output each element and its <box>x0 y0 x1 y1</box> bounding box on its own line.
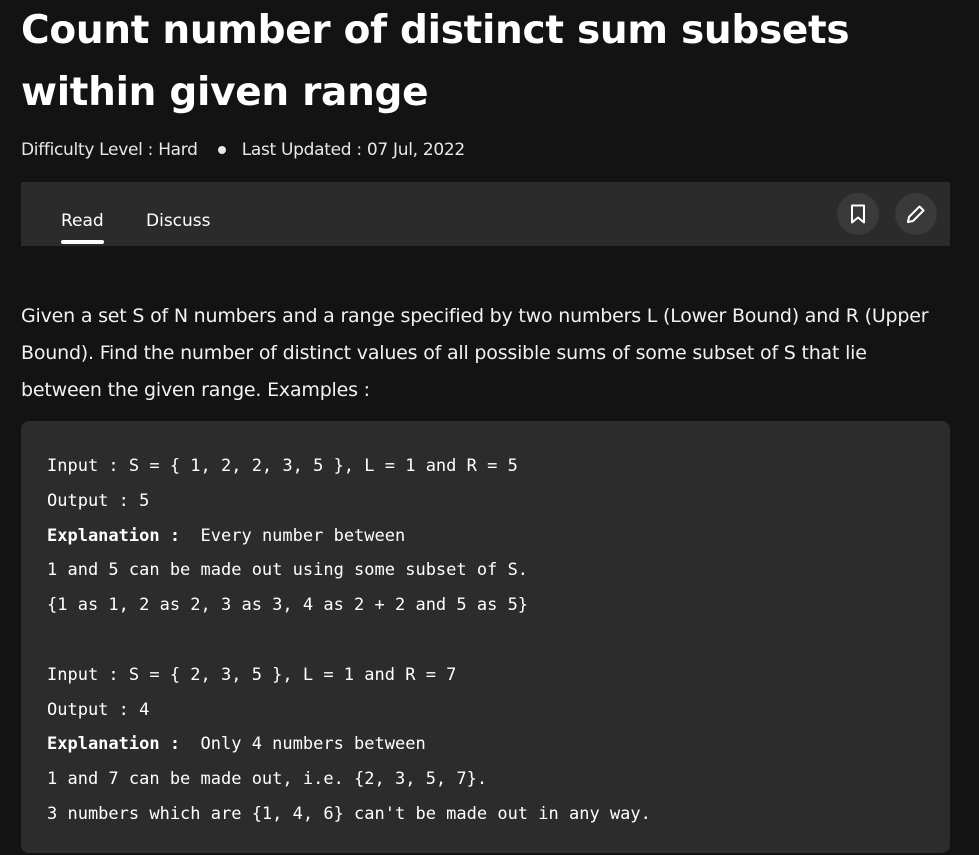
article-tab-bar: Read Discuss <box>21 182 950 246</box>
last-updated: Last Updated : 07 Jul, 2022 <box>241 140 466 160</box>
article-description: Given a set S of N numbers and a range s… <box>21 305 929 401</box>
code-line: Input : S = { 1, 2, 2, 3, 5 }, L = 1 and… <box>47 456 518 476</box>
tab-read-label: Read <box>61 211 104 231</box>
tab-discuss-label: Discuss <box>146 211 211 231</box>
explanation-label: Explanation : <box>47 734 181 755</box>
bookmark-button[interactable] <box>837 193 879 235</box>
code-line: {1 as 1, 2 as 2, 3 as 3, 4 as 2 + 2 and … <box>47 595 529 616</box>
code-line: Output : 5 <box>47 490 150 511</box>
code-line: Explanation : Only 4 numbers between <box>47 727 651 762</box>
explanation-text: Only 4 numbers between <box>180 734 426 755</box>
code-line: 1 and 5 can be made out using some subse… <box>47 560 529 581</box>
explanation-label: Explanation : <box>47 525 181 546</box>
code-line: Output : 4 <box>47 699 150 720</box>
edit-button[interactable] <box>895 193 937 235</box>
difficulty-level: Difficulty Level : Hard <box>21 140 198 160</box>
code-line: Input : S = { 2, 3, 5 }, L = 1 and R = 7 <box>47 664 457 685</box>
tab-discuss[interactable]: Discuss <box>146 211 211 231</box>
tab-read[interactable]: Read <box>61 211 104 244</box>
code-example-block: Input : S = { 1, 2, 2, 3, 5 }, L = 1 and… <box>21 421 950 853</box>
code-line: 3 numbers which are {1, 4, 6} can't be m… <box>47 803 651 824</box>
bookmark-icon <box>851 204 865 224</box>
article-meta: Difficulty Level : Hard Last Updated : 0… <box>21 138 465 162</box>
separator-dot <box>217 146 226 154</box>
pencil-icon <box>907 205 925 223</box>
code-content: Input : S = { 1, 2, 2, 3, 5 }, L = 1 and… <box>47 449 651 832</box>
code-line: Explanation : Every number between <box>47 519 651 554</box>
active-tab-indicator <box>61 240 104 244</box>
explanation-text: Every number between <box>180 525 406 546</box>
code-line: 1 and 7 can be made out, i.e. {2, 3, 5, … <box>47 769 488 790</box>
page-title: Count number of distinct sum subsets wit… <box>21 8 850 115</box>
